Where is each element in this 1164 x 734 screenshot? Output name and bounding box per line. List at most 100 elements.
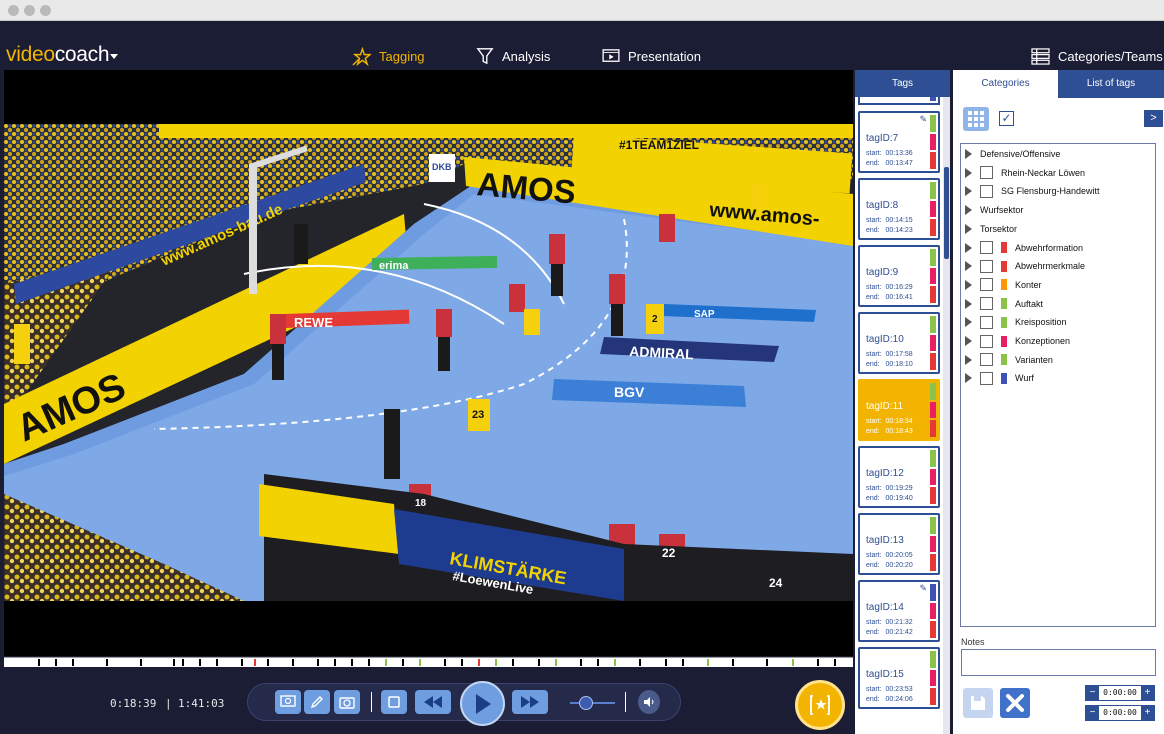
timeline-tag-mark[interactable]: [402, 659, 405, 666]
timeline-tag-mark[interactable]: [253, 659, 256, 666]
timeline-tag-mark[interactable]: [317, 659, 320, 666]
timeline-tag-mark[interactable]: [241, 659, 244, 666]
timeline-tag-mark[interactable]: [596, 659, 599, 666]
category-row[interactable]: SG Flensburg-Handewitt: [965, 183, 1100, 199]
category-row[interactable]: Torsektor: [965, 221, 1017, 237]
expand-triangle-icon[interactable]: [965, 373, 972, 384]
category-row[interactable]: Wurf: [965, 370, 1034, 386]
timeline-tag-mark[interactable]: [791, 659, 794, 666]
end-time-decrement[interactable]: −: [1086, 706, 1099, 720]
end-time-increment[interactable]: +: [1141, 706, 1154, 720]
timeline-tag-mark[interactable]: [817, 659, 820, 666]
discard-button[interactable]: [1000, 688, 1030, 718]
expand-triangle-icon[interactable]: [965, 223, 972, 234]
timeline-tag-mark[interactable]: [478, 659, 481, 666]
timeline-tag-mark[interactable]: [105, 659, 108, 666]
timeline-tag-mark[interactable]: [181, 659, 184, 666]
category-row[interactable]: Auftakt: [965, 296, 1043, 312]
timeline-tag-mark[interactable]: [512, 659, 515, 666]
expand-triangle-icon[interactable]: [965, 336, 972, 346]
tab-list-of-tags[interactable]: List of tags: [1058, 70, 1164, 98]
timeline-tag-mark[interactable]: [139, 659, 142, 666]
timeline-tag-mark[interactable]: [732, 659, 735, 666]
tags-scrollbar[interactable]: [943, 97, 950, 734]
category-checkbox[interactable]: [980, 184, 993, 198]
tag-card[interactable]: tagID:8 start: 00:14:15 end: 00:14:23: [858, 178, 940, 240]
timeline-tag-mark[interactable]: [198, 659, 201, 666]
timeline-tag-mark[interactable]: [351, 659, 354, 666]
tag-card[interactable]: tagID:10 start: 00:17:58 end: 00:18:10: [858, 312, 940, 374]
category-checkbox[interactable]: [980, 315, 993, 329]
timeline-tag-mark[interactable]: [461, 659, 464, 666]
category-row[interactable]: Defensive/Offensive: [965, 146, 1060, 162]
timeline-tag-mark[interactable]: [291, 659, 294, 666]
timeline-tag-mark[interactable]: [173, 659, 176, 666]
volume-button[interactable]: [638, 690, 660, 714]
timeline-tag-mark[interactable]: [266, 659, 269, 666]
timeline-tag-mark[interactable]: [834, 659, 837, 666]
expand-panel-button[interactable]: >: [1144, 110, 1163, 127]
rewind-button[interactable]: [415, 690, 451, 714]
category-checkbox[interactable]: [980, 278, 993, 292]
category-checkbox[interactable]: [980, 297, 993, 311]
stop-button[interactable]: [381, 690, 407, 714]
expand-triangle-icon[interactable]: [965, 317, 972, 328]
tab-categories[interactable]: Categories: [953, 70, 1058, 98]
timeline-tag-mark[interactable]: [71, 659, 74, 666]
category-row[interactable]: Kreisposition: [965, 314, 1067, 330]
timeline-tag-mark[interactable]: [664, 659, 667, 666]
nav-analysis[interactable]: Analysis: [476, 45, 550, 67]
start-time-decrement[interactable]: −: [1086, 686, 1099, 700]
category-tree[interactable]: Defensive/Offensive Rhein-Neckar Löwen SG …: [960, 143, 1156, 627]
expand-triangle-icon[interactable]: [965, 205, 972, 216]
timeline-tag-mark[interactable]: [334, 659, 337, 666]
end-time-stepper[interactable]: − 0:00:00 +: [1085, 705, 1155, 721]
grid-view-button[interactable]: [963, 107, 989, 131]
snapshot-button[interactable]: [334, 690, 360, 714]
timeline-scrubber[interactable]: [4, 657, 853, 667]
expand-triangle-icon[interactable]: [965, 149, 972, 159]
nav-presentation[interactable]: Presentation: [602, 45, 701, 67]
timeline-tag-mark[interactable]: [537, 659, 540, 666]
play-button[interactable]: [460, 681, 505, 726]
timeline-tag-mark[interactable]: [554, 659, 557, 666]
timeline-tag-mark[interactable]: [444, 659, 447, 666]
draw-button[interactable]: [304, 690, 330, 714]
expand-triangle-icon[interactable]: [965, 279, 972, 290]
timeline-tag-mark[interactable]: [419, 659, 422, 666]
tag-card[interactable]: tagID:12 start: 00:19:29 end: 00:19:40: [858, 446, 940, 508]
notes-input[interactable]: [961, 649, 1156, 676]
tag-card[interactable]: ✎ tagID:14 start: 00:21:32 end: 00:21:42: [858, 580, 940, 642]
tag-card-partial[interactable]: [858, 97, 940, 105]
tags-scrollbar-thumb[interactable]: [944, 167, 949, 259]
end-time-value[interactable]: 0:00:00: [1099, 706, 1141, 720]
category-checkbox[interactable]: [980, 259, 993, 273]
start-time-stepper[interactable]: − 0:00:00 +: [1085, 685, 1155, 701]
video-player[interactable]: #1TEAM1ZIEL AMOS www.amos-bau.de AMOS ww…: [4, 70, 853, 656]
category-row[interactable]: Varianten: [965, 352, 1053, 368]
timeline-tag-mark[interactable]: [613, 659, 616, 666]
category-row[interactable]: Konter: [965, 277, 1042, 293]
expand-triangle-icon[interactable]: [965, 261, 972, 272]
timeline-tag-mark[interactable]: [385, 659, 388, 666]
speed-slider-knob[interactable]: [578, 696, 593, 710]
timeline-tag-mark[interactable]: [215, 659, 218, 666]
timeline-tag-mark[interactable]: [579, 659, 582, 666]
save-button[interactable]: [963, 688, 993, 718]
category-row[interactable]: Abwehrformation: [965, 240, 1083, 256]
timeline-tag-mark[interactable]: [707, 659, 709, 666]
category-row[interactable]: Wurfsektor: [965, 202, 1023, 218]
add-tag-button[interactable]: [795, 680, 845, 730]
start-time-increment[interactable]: +: [1141, 686, 1154, 700]
select-all-checkbox[interactable]: ✓: [999, 111, 1014, 126]
category-row[interactable]: Rhein-Neckar Löwen: [965, 165, 1085, 181]
category-checkbox[interactable]: [980, 353, 993, 367]
nav-tagging[interactable]: Tagging: [352, 45, 425, 67]
close-window-dot[interactable]: [8, 5, 19, 16]
video-frame[interactable]: #1TEAM1ZIEL AMOS www.amos-bau.de AMOS ww…: [4, 124, 853, 601]
tags-list[interactable]: ✎ tagID:7 start: 00:13:36 end: 00:13:47 tagI…: [855, 97, 943, 734]
tag-card[interactable]: tagID:11 start: 00:18:34 end: 00:18:43: [858, 379, 940, 441]
category-checkbox[interactable]: [980, 166, 993, 180]
category-checkbox[interactable]: [980, 241, 993, 254]
timeline-tag-mark[interactable]: [495, 659, 498, 666]
